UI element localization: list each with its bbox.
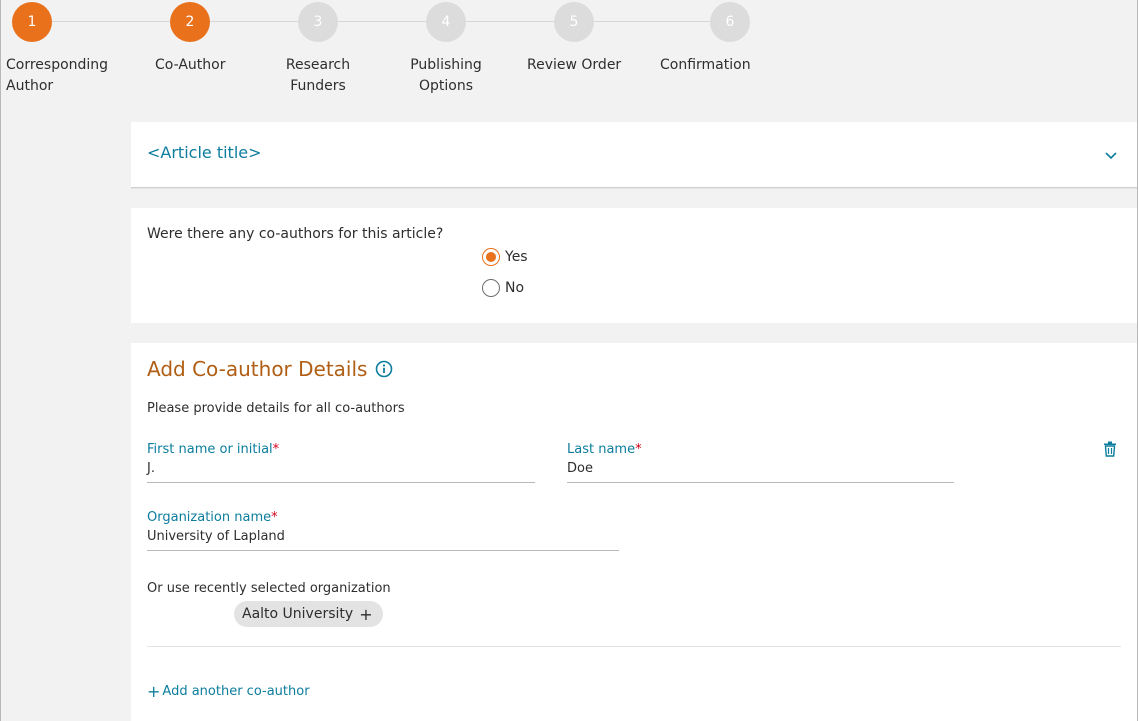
step-6-label: Confirmation [660,55,751,76]
radio-yes-label[interactable]: Yes [505,249,528,265]
step-6-label-line1: Confirmation [660,57,751,73]
first-name-label-text: First name or initial [147,442,273,457]
plus-icon[interactable]: + [359,605,372,624]
coauthor-question-text: Were there any co-authors for this artic… [147,226,444,242]
radio-option-yes[interactable]: Yes [482,248,528,266]
required-mark: * [272,442,280,457]
article-title[interactable]: <Article title> [147,143,262,162]
step-1-label-line1: Corresponding [6,57,109,73]
last-name-label: Last name* [567,441,954,459]
first-name-label: First name or initial* [147,441,535,459]
recent-organization-chip[interactable]: Aalto University + [234,601,383,627]
step-1-label-line2: Author [6,78,54,94]
step-5-circle: 5 [554,2,594,42]
coauthor-question-panel: Were there any co-authors for this artic… [131,208,1137,323]
step-4-label: Publishing Options [401,55,491,97]
radio-yes-button[interactable] [482,248,500,266]
step-connector [338,21,426,22]
radio-no-label[interactable]: No [505,280,524,296]
step-4-circle: 4 [426,2,466,42]
step-2-label-line1: Co-Author [155,57,226,73]
add-another-coauthor-link[interactable]: + Add another co-author [147,682,310,701]
details-heading-text: Add Co-author Details [147,357,368,381]
radio-no-button[interactable] [482,279,500,297]
section-divider [147,646,1121,647]
details-subtitle: Please provide details for all co-author… [147,401,405,416]
step-2-circle[interactable]: 2 [170,2,210,42]
step-6-circle: 6 [710,2,750,42]
trash-icon[interactable] [1103,441,1117,457]
step-connector [594,21,710,22]
info-icon[interactable] [375,360,393,378]
chevron-down-icon[interactable] [1103,148,1119,164]
step-1-label[interactable]: Corresponding Author [6,55,108,97]
radio-option-no[interactable]: No [482,279,524,297]
step-4-label-line2: Options [418,78,474,94]
add-another-coauthor-label[interactable]: Add another co-author [162,684,309,699]
step-5-label: Review Order [527,55,621,76]
first-name-field[interactable]: First name or initial* J. [147,441,535,483]
radio-selected-dot [486,252,496,262]
plus-icon[interactable]: + [147,682,160,701]
required-mark: * [271,510,278,525]
required-mark: * [635,442,642,457]
step-1-circle[interactable]: 1 [12,2,52,42]
organization-label-text: Organization name [147,510,272,525]
first-name-input[interactable]: J. [147,459,535,483]
last-name-input[interactable]: Doe [567,459,954,483]
step-2-label[interactable]: Co-Author [155,55,225,76]
recent-organization-chip-label[interactable]: Aalto University [242,606,353,622]
progress-stepper: 1 2 3 4 5 6 Corresponding Author Co-Auth… [0,0,1138,120]
step-3-label-line2: Funders [290,78,346,94]
step-connector [466,21,554,22]
step-3-label-line1: Research [285,57,351,73]
step-connector [210,21,298,22]
step-4-label-line1: Publishing [410,57,482,73]
step-5-label-line1: Review Order [527,57,622,73]
organization-label: Organization name* [147,509,619,527]
organization-field[interactable]: Organization name* University of Lapland [147,509,619,551]
coauthor-details-panel: Add Co-author Details Please provide det… [131,343,1137,721]
recent-organization-label: Or use recently selected organization [147,581,391,596]
step-connector [52,21,170,22]
details-heading: Add Co-author Details [147,357,393,381]
article-title-panel[interactable]: <Article title> [131,122,1137,188]
step-3-circle: 3 [298,2,338,42]
organization-input[interactable]: University of Lapland [147,527,619,551]
step-3-label: Research Funders [278,55,358,97]
last-name-field[interactable]: Last name* Doe [567,441,954,483]
last-name-label-text: Last name [567,442,636,457]
